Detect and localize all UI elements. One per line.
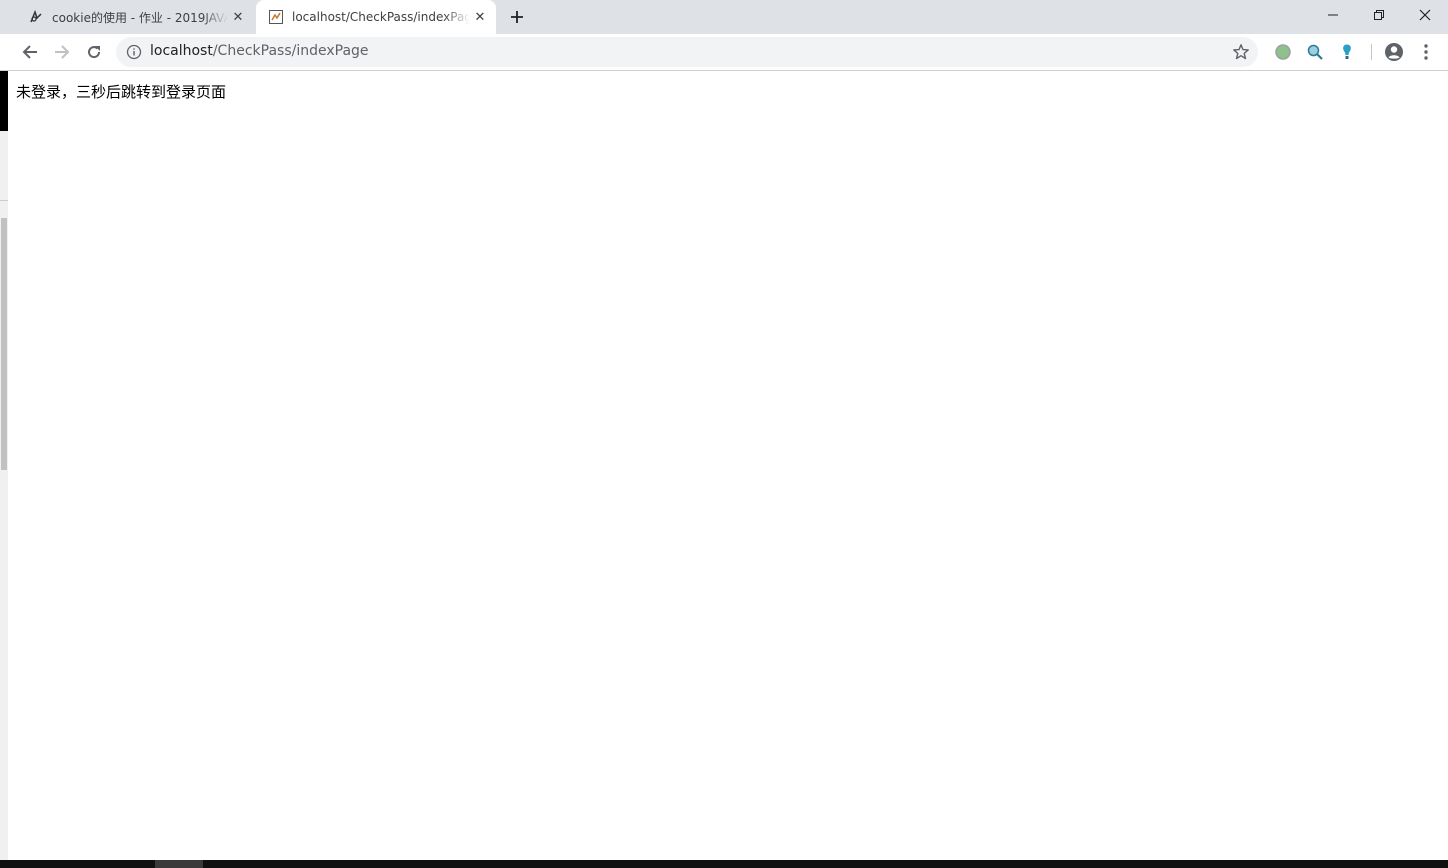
profile-button[interactable] [1384, 42, 1404, 62]
url-text[interactable]: localhost/CheckPass/indexPage [150, 43, 369, 59]
background-window-edge [0, 71, 8, 131]
not-logged-in-message: 未登录，三秒后跳转到登录页面 [16, 83, 227, 101]
forward-button[interactable] [48, 38, 76, 66]
url-host: localhost [150, 43, 213, 59]
back-button[interactable] [16, 38, 44, 66]
tab-close-icon[interactable]: ✕ [470, 7, 490, 27]
tab-strip: cookie的使用 - 作业 - 2019JAVA ✕ localhost/Ch… [0, 0, 1448, 34]
page-favicon-icon [268, 9, 284, 25]
browser-toolbar: localhost/CheckPass/indexPage [0, 34, 1448, 71]
menu-button[interactable] [1416, 42, 1436, 62]
cnblogs-favicon-icon [28, 9, 44, 25]
restore-icon [1374, 10, 1384, 20]
new-tab-button[interactable] [505, 5, 529, 29]
minimize-button[interactable] [1310, 0, 1356, 30]
page-content: 未登录，三秒后跳转到登录页面 [8, 71, 1448, 860]
extension-magnifier-icon[interactable] [1305, 42, 1325, 62]
plus-icon [511, 11, 523, 23]
close-window-button[interactable] [1402, 0, 1448, 30]
extension-bulb-icon[interactable] [1337, 42, 1357, 62]
arrow-left-icon [22, 45, 37, 59]
tab-cookie-homework[interactable]: cookie的使用 - 作业 - 2019JAVA ✕ [16, 0, 254, 34]
taskbar [0, 860, 1448, 868]
more-vert-icon [1424, 44, 1428, 60]
minimize-icon [1328, 14, 1338, 16]
restore-button[interactable] [1356, 0, 1402, 30]
background-scrollbar-thumb [1, 218, 7, 470]
star-icon[interactable] [1232, 43, 1250, 61]
reload-button[interactable] [80, 38, 108, 66]
reload-icon [88, 46, 101, 59]
extension-green-icon[interactable] [1273, 42, 1293, 62]
taskbar-item[interactable] [155, 860, 203, 868]
info-icon[interactable] [126, 44, 142, 60]
arrow-right-icon [55, 45, 70, 59]
url-path: /CheckPass/indexPage [212, 43, 369, 59]
close-icon [1419, 9, 1431, 21]
tab-title: localhost/CheckPass/indexPage [292, 10, 470, 24]
tab-title: cookie的使用 - 作业 - 2019JAVA [52, 10, 228, 25]
toolbar-separator [1371, 44, 1372, 60]
address-bar[interactable]: localhost/CheckPass/indexPage [116, 37, 1258, 67]
tab-close-icon[interactable]: ✕ [228, 7, 248, 27]
tab-indexpage[interactable]: localhost/CheckPass/indexPage ✕ [256, 0, 496, 34]
account-circle-icon [1385, 43, 1403, 61]
